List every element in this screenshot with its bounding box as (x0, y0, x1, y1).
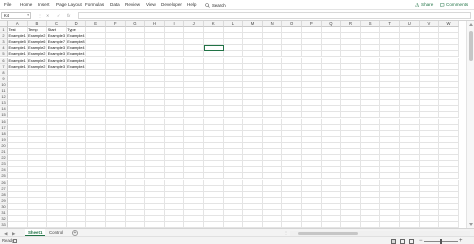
page-layout-view-icon[interactable] (400, 238, 405, 244)
column-header-c[interactable]: C (47, 21, 67, 27)
column-header-w[interactable]: W (439, 21, 459, 27)
comments-button[interactable]: Comments (440, 2, 468, 8)
zoom-in-button[interactable]: + (459, 238, 463, 244)
column-header-e[interactable]: E (86, 21, 106, 27)
zoom-slider-thumb[interactable] (440, 238, 442, 244)
menu-data[interactable]: Data (110, 2, 120, 8)
more-icon: ⋮ (38, 12, 43, 18)
search-icon (205, 2, 210, 8)
accessibility-icon[interactable] (13, 239, 17, 243)
worksheet-grid: Test Temp Start Type Example1 Example2 Example… (0, 21, 474, 235)
name-box-value: K4 (4, 13, 10, 18)
column-header-p[interactable]: P (302, 21, 322, 27)
chevron-down-icon: ▾ (27, 13, 29, 17)
scroll-down-icon[interactable] (468, 223, 473, 226)
column-header-j[interactable]: J (184, 21, 204, 27)
ribbon-menu-bar: File Home Insert Page Layout Formulas Da… (0, 0, 474, 10)
column-header-q[interactable]: Q (321, 21, 342, 27)
column-header-n[interactable]: N (262, 21, 283, 27)
select-all-corner[interactable] (0, 21, 8, 27)
formula-input[interactable] (78, 12, 471, 19)
column-header-f[interactable]: F (106, 21, 126, 27)
column-header-b[interactable]: B (27, 21, 48, 27)
cancel-icon[interactable]: ✕ (46, 13, 50, 19)
page-break-view-icon[interactable] (409, 238, 414, 244)
column-header-s[interactable]: S (360, 21, 381, 27)
comment-icon (440, 2, 445, 8)
search-label: Search (212, 2, 226, 8)
menu-developer[interactable]: Developer (161, 2, 182, 8)
menu-help[interactable]: Help (187, 2, 196, 8)
enter-icon[interactable]: ✓ (57, 13, 61, 19)
menu-file[interactable]: File (4, 2, 11, 8)
share-button[interactable]: Share (415, 2, 433, 8)
menu-insert[interactable]: Insert (38, 2, 50, 8)
column-header-g[interactable]: G (125, 21, 146, 27)
horizontal-scrollbar[interactable]: ⋮ (284, 230, 470, 236)
insert-function-button[interactable]: fx (67, 13, 70, 19)
share-label: Share (421, 2, 434, 7)
tab-sheet1[interactable]: Sheet1 (25, 229, 46, 236)
column-header-r[interactable]: R (341, 21, 361, 27)
scroll-up-icon[interactable] (468, 23, 473, 26)
menu-view[interactable]: View (146, 2, 156, 8)
search-box[interactable]: Search (205, 2, 243, 9)
menu-formulas[interactable]: Formulas (85, 2, 104, 8)
sheet-tab-bar: ◀ ▶ Sheet1 Control + ⋮ (0, 228, 474, 236)
column-header-v[interactable]: V (419, 21, 440, 27)
name-box[interactable]: K4 ▾ (1, 12, 31, 19)
column-header-t[interactable]: T (380, 21, 400, 27)
comments-label: Comments (446, 2, 469, 7)
column-header-l[interactable]: L (223, 21, 244, 27)
status-bar: Ready − + (0, 236, 474, 244)
menu-review[interactable]: Review (125, 2, 140, 8)
vertical-scrollbar[interactable] (466, 21, 474, 228)
menu-page-layout[interactable]: Page Layout (56, 2, 82, 8)
column-header-u[interactable]: U (400, 21, 420, 27)
share-icon (415, 2, 419, 8)
normal-view-icon[interactable] (391, 238, 396, 244)
column-header-d[interactable]: D (66, 21, 87, 27)
column-header-i[interactable]: I (164, 21, 185, 27)
column-header-m[interactable]: M (243, 21, 263, 27)
vertical-scroll-thumb[interactable] (469, 31, 473, 61)
more-icon: ⋮ (284, 229, 288, 235)
column-header-h[interactable]: H (145, 21, 165, 27)
next-sheet-icon[interactable]: ▶ (12, 231, 15, 236)
menu-home[interactable]: Home (20, 2, 32, 8)
formula-bar: K4 ▾ ⋮ ✕ ✓ fx (0, 10, 474, 21)
column-header-k[interactable]: K (204, 21, 224, 27)
prev-sheet-icon[interactable]: ◀ (4, 231, 7, 236)
column-header-o[interactable]: O (282, 21, 302, 27)
zoom-out-button[interactable]: − (419, 238, 423, 244)
tab-control[interactable]: Control (46, 229, 66, 236)
cell-k4[interactable] (204, 45, 224, 52)
horizontal-scroll-thumb[interactable] (298, 231, 358, 235)
column-header-a[interactable]: A (8, 21, 28, 27)
